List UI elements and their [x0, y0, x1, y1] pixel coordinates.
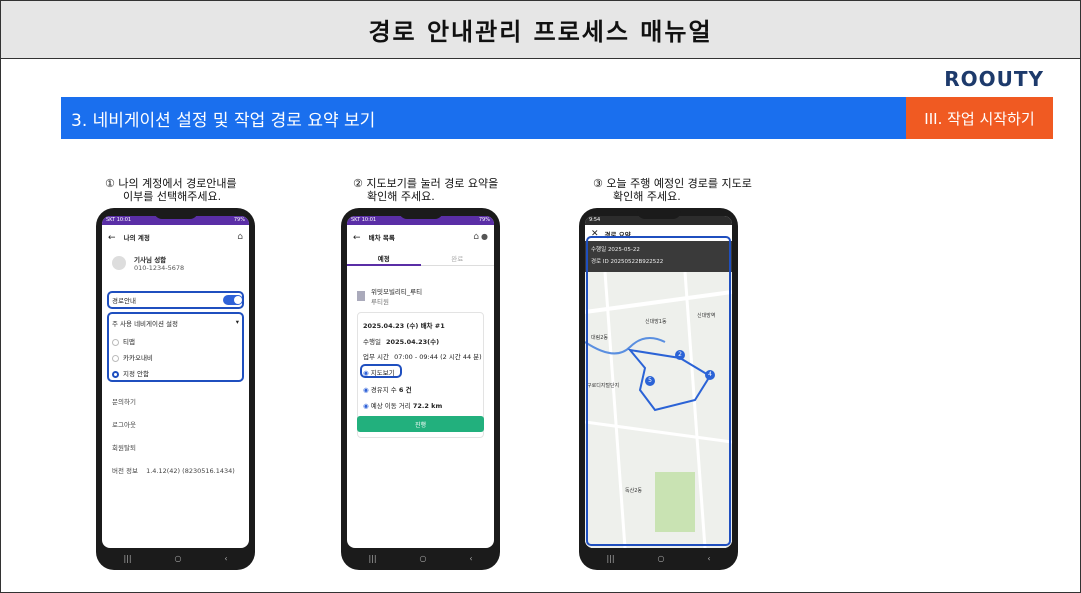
- page-title: 경로 안내관리 프로세스 매뉴얼: [368, 18, 713, 46]
- step-caption-3: ③ 오늘 주행 예정인 경로를 지도로 확인해 주세요.: [593, 177, 752, 203]
- avatar: [112, 256, 126, 270]
- highlight-route-guide: [107, 291, 244, 309]
- profile-block: 기사님 성함 010-1234-5678: [102, 254, 249, 272]
- distance-value: 72.2 km: [412, 402, 443, 410]
- phone-dispatch-screen: SKT 10:01 79% ← 배차 목록 ⌂ ● 예정 완료 위밋모빌리티_루…: [341, 208, 500, 570]
- version-label: 버전 정보: [112, 467, 138, 475]
- home-icon[interactable]: ⌂: [473, 232, 479, 242]
- app-header: ← 나의 계정 ⌂: [102, 230, 249, 244]
- android-nav-bar: ||| ○ ‹: [585, 550, 732, 566]
- phone-route-summary-screen: 9:54 ✕ 경로 요약 수행일 2025-05-22 경로 ID 202505…: [579, 208, 738, 570]
- menu-logout[interactable]: 로그아웃: [102, 419, 249, 429]
- battery-level: 79%: [478, 217, 490, 223]
- drive-date-label: 수행일: [363, 338, 381, 346]
- highlight-map-view: [360, 364, 402, 378]
- work-time-label: 업무 시간: [363, 353, 389, 361]
- battery-level: 79%: [233, 217, 245, 223]
- back-arrow-icon[interactable]: ←: [353, 233, 361, 243]
- back-button-icon[interactable]: ‹: [469, 554, 472, 563]
- caption-line: 이부를 선택해주세요.: [123, 190, 222, 203]
- phone-notch: [153, 208, 198, 219]
- caption-line: 확인해 주세요.: [367, 190, 435, 203]
- brand-logo: ROOUTY: [944, 67, 1044, 91]
- tab-bar: 예정 완료: [347, 250, 494, 266]
- version-value: 1.4.12(42) (8230516.1434): [146, 467, 235, 475]
- caption-line: ③ 오늘 주행 예정인 경로를 지도로: [593, 177, 752, 190]
- phone-screen: 9:54 ✕ 경로 요약 수행일 2025-05-22 경로 ID 202505…: [585, 216, 732, 548]
- tab-scheduled[interactable]: 예정: [347, 250, 421, 266]
- title-bar: 경로 안내관리 프로세스 매뉴얼: [1, 1, 1080, 59]
- caption-line: ① 나의 계정에서 경로안내를: [105, 177, 237, 190]
- user-icon[interactable]: ●: [481, 232, 488, 241]
- company-sub: 루티원: [371, 298, 389, 306]
- status-time: SKT 10:01: [351, 217, 377, 223]
- highlight-nav-setting: [107, 312, 244, 382]
- back-button-icon[interactable]: ‹: [224, 554, 227, 563]
- home-button-icon[interactable]: ○: [419, 554, 426, 563]
- step-caption-2: ② 지도보기를 눌러 경로 요약을 확인해 주세요.: [353, 177, 498, 203]
- screen-title: 배차 목록: [368, 233, 395, 242]
- home-icon[interactable]: ⌂: [237, 232, 243, 242]
- waypoint-icon: ◉: [363, 386, 369, 394]
- waypoint-value: 6 건: [398, 386, 412, 394]
- step-caption-1: ① 나의 계정에서 경로안내를 이부를 선택해주세요.: [105, 177, 237, 203]
- phone-account-screen: SKT 10:01 79% ← 나의 계정 ⌂ 기사님 성함 010-1234-…: [96, 208, 255, 570]
- manual-page: 경로 안내관리 프로세스 매뉴얼 ROOUTY 3. 네비게이션 설정 및 작업…: [0, 0, 1081, 593]
- recent-apps-icon[interactable]: |||: [123, 554, 131, 563]
- home-button-icon[interactable]: ○: [657, 554, 664, 563]
- work-time-row: 업무 시간 07:00 - 09:44 (2 시간 44 분): [347, 351, 494, 361]
- section-title: 3. 네비게이션 설정 및 작업 경로 요약 보기: [61, 97, 906, 139]
- status-time: 9:54: [589, 217, 601, 223]
- section-tag: III. 작업 시작하기: [906, 97, 1053, 139]
- building-icon: [357, 291, 365, 301]
- waypoint-label: 경유지 수: [370, 386, 397, 394]
- phone-screen: SKT 10:01 79% ← 나의 계정 ⌂ 기사님 성함 010-1234-…: [102, 216, 249, 548]
- menu-inquiry[interactable]: 문의하기: [102, 396, 249, 406]
- distance-label: 예상 이동 거리: [370, 402, 411, 410]
- status-time: SKT 10:01: [106, 217, 132, 223]
- user-phone: 010-1234-5678: [134, 264, 185, 272]
- waypoint-row: ◉ 경유지 수 6 건: [347, 384, 494, 394]
- user-name: 기사님 성함: [134, 256, 167, 264]
- caption-line: 확인해 주세요.: [613, 190, 681, 203]
- back-arrow-icon[interactable]: ←: [108, 233, 116, 243]
- phone-notch: [398, 208, 443, 219]
- recent-apps-icon[interactable]: |||: [368, 554, 376, 563]
- drive-date-row: 수행일 2025.04.23(수): [347, 336, 494, 346]
- back-button-icon[interactable]: ‹: [707, 554, 710, 563]
- company-row: 위밋모빌리티_루티 루티원: [347, 286, 494, 306]
- dispatch-title: 2025.04.23 (수) 배차 #1: [363, 322, 445, 330]
- proceed-button[interactable]: 진행: [357, 416, 484, 432]
- highlight-map-screen: [586, 236, 731, 546]
- work-time: 07:00 - 09:44 (2 시간 44 분): [394, 353, 482, 361]
- menu-withdraw[interactable]: 회원탈퇴: [102, 442, 249, 452]
- tab-completed[interactable]: 완료: [420, 250, 494, 266]
- phone-screen: SKT 10:01 79% ← 배차 목록 ⌂ ● 예정 완료 위밋모빌리티_루…: [347, 216, 494, 548]
- app-header: ← 배차 목록 ⌂ ●: [347, 230, 494, 244]
- android-nav-bar: ||| ○ ‹: [347, 550, 494, 566]
- company-name: 위밋모빌리티_루티: [371, 288, 423, 296]
- version-row: 버전 정보 1.4.12(42) (8230516.1434): [102, 465, 249, 475]
- screen-title: 나의 계정: [123, 233, 150, 242]
- drive-date: 2025.04.23(수): [386, 338, 440, 346]
- home-button-icon[interactable]: ○: [174, 554, 181, 563]
- caption-line: ② 지도보기를 눌러 경로 요약을: [353, 177, 499, 190]
- distance-icon: ◉: [363, 402, 369, 410]
- distance-row: ◉ 예상 이동 거리 72.2 km: [347, 400, 494, 410]
- recent-apps-icon[interactable]: |||: [606, 554, 614, 563]
- phone-notch: [636, 208, 681, 219]
- android-nav-bar: ||| ○ ‹: [102, 550, 249, 566]
